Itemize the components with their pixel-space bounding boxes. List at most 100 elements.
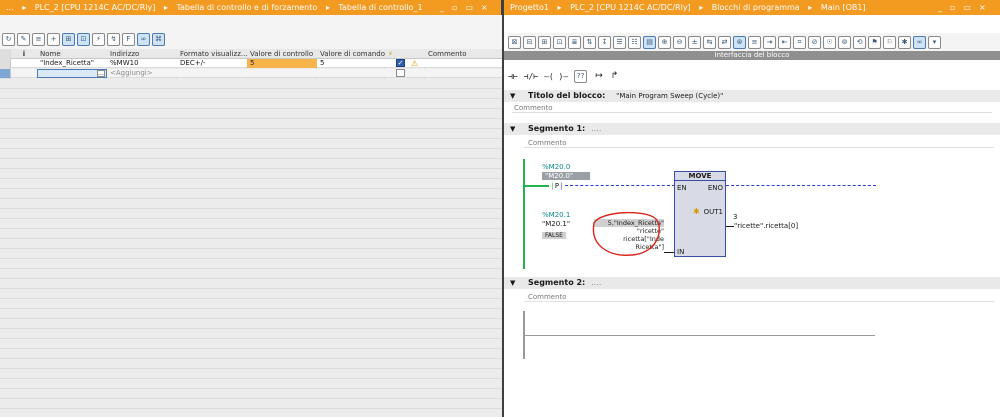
breadcrumb-item[interactable]: Blocchi di programma [712,3,800,12]
segment-2-comment-field[interactable] [524,290,994,302]
toolbar-icon[interactable]: ⚐ [883,35,896,49]
coil-icon[interactable]: –( )– [544,72,568,81]
toolbar-icon[interactable]: ⟲ [853,35,866,49]
segment-1-title[interactable]: .... [591,124,601,133]
block-interface-bar[interactable]: Interfaccia del blocco [504,51,1000,60]
monitor-all-icon[interactable]: ⊡ [77,32,90,46]
minimize-button[interactable]: _ [440,3,444,12]
breadcrumb-item[interactable]: PLC_2 [CPU 1214C AC/DC/Rly] [570,3,691,12]
contact1-operand[interactable]: "M20.0" [542,172,590,180]
open-branch-icon[interactable]: ↦ [595,71,603,81]
column-header-nome[interactable]: Nome [37,49,107,59]
browse-icon[interactable]: … [97,70,105,77]
cell-formato[interactable]: DEC+/- [177,59,247,68]
close-button[interactable]: × [979,3,986,12]
table-row[interactable]: … <Aggiungi> [0,69,502,78]
segment-1-header[interactable]: ▼ Segmento 1:.... [504,123,1000,135]
toolbar-icon[interactable]: ▤ [643,35,656,49]
toolbar-icon[interactable]: ↧ [598,35,611,49]
column-header-force-icon[interactable]: ⚡ [385,49,425,59]
toolbar-icon[interactable]: ☰ [613,35,626,49]
modify-now-icon[interactable]: ↯ [107,32,120,46]
close-branch-icon[interactable]: ↱ [611,71,619,81]
contact2-operand[interactable]: "M20.1" [542,220,570,228]
contact2-address[interactable]: %M20.1 [542,211,570,219]
toolbar-icon[interactable]: ⊛ [733,35,746,49]
contact1-address[interactable]: %M20.0 [542,163,570,171]
column-header-indirizzo[interactable]: Indirizzo [107,49,177,59]
table-row[interactable]: "Index_Ricetta" %MW10 DEC+/- 5 5 ✓ ⚠ [0,59,502,68]
minimize-button[interactable]: _ [938,3,942,12]
toolbar-icon[interactable]: ⇆ [703,35,716,49]
out-operand[interactable]: "ricette".ricetta[0] [734,222,798,230]
row-header-selected[interactable] [0,69,11,78]
toolbar-icon[interactable]: ☉ [823,35,836,49]
column-header-info[interactable]: i [11,49,37,59]
toolbar-icon[interactable]: ⊖ [673,35,686,49]
close-button[interactable]: × [481,3,488,12]
breadcrumb-item[interactable]: ... [6,3,14,12]
restore-button[interactable]: ▫ [452,3,457,12]
monitor-once-icon[interactable]: ⊞ [62,32,75,46]
monitor-glasses-icon[interactable]: ∞ [137,32,150,46]
cell-valore-controllo[interactable]: 5 [247,59,317,68]
toolbar-icon[interactable]: ⊞ [538,35,551,49]
cell-indirizzo[interactable]: %MW10 [107,59,177,68]
block-comment-field[interactable] [512,101,992,113]
maximize-button[interactable]: ▭ [963,3,971,12]
toolbar-icon[interactable]: ▾ [928,35,941,49]
toolbar-icon[interactable]: ⇅ [583,35,596,49]
toolbar-icon[interactable]: ∞ [913,35,926,49]
toolbar-icon[interactable]: ≡ [748,35,761,49]
toolbar-icon[interactable]: ≣ [568,35,581,49]
toolbar-icon[interactable]: ⊕ [658,35,671,49]
toolbar-icon[interactable]: ✱ [898,35,911,49]
collapse-triangle-icon[interactable]: ▼ [510,277,515,289]
force-icon[interactable]: F [122,32,135,46]
maximize-button[interactable]: ▭ [465,3,473,12]
modify-checkbox[interactable]: ✓ [396,59,405,67]
column-header-comando[interactable]: Valore di comando [317,49,385,59]
breadcrumb-item[interactable]: Tabella di controllo e di forzamento [176,3,317,12]
cell-nome[interactable]: "Index_Ricetta" [37,59,107,68]
empty-box-icon[interactable]: ?? [574,69,588,83]
no-contact-icon[interactable]: ⊣⊢ [508,72,518,81]
breadcrumb-item[interactable]: Progetto1 [510,3,549,12]
segment-2-title[interactable]: .... [591,278,601,287]
segment-1-comment-field[interactable] [524,136,994,148]
block-title-value[interactable]: "Main Program Sweep (Cycle)" [616,92,723,100]
toolbar-icon[interactable]: ⊡ [553,35,566,49]
row-header[interactable] [0,59,11,68]
breadcrumb-item[interactable]: Main [OB1] [821,3,866,12]
collapse-triangle-icon[interactable]: ▼ [510,123,515,135]
insert-row-icon[interactable]: ≡ [32,32,45,46]
toolbar-icon[interactable]: ⌗ [793,35,806,49]
add-pin-icon[interactable]: ✱ [693,207,700,216]
move-box[interactable]: MOVE EN ENO OUT1 ✱ IN [674,171,726,257]
nc-contact-icon[interactable]: ⊣/⊢ [524,72,538,81]
segment-2-header[interactable]: ▼ Segmento 2:.... [504,277,1000,289]
modify-icon[interactable]: ⚡ [92,32,105,46]
toolbar-icon[interactable]: ⇥ [763,35,776,49]
column-header-commento[interactable]: Commento [425,49,502,59]
toolbar-icon[interactable]: ⊚ [838,35,851,49]
refresh-icon[interactable]: ↻ [2,32,15,46]
modify-checkbox[interactable] [396,69,405,77]
toolbar-icon[interactable]: ⊘ [808,35,821,49]
trigger-monitor-icon[interactable]: ⌘ [152,32,165,46]
restore-button[interactable]: ▫ [950,3,955,12]
toolbar-icon[interactable]: ⇄ [718,35,731,49]
toolbar-icon[interactable]: ☷ [628,35,641,49]
toolbar-icon[interactable]: ⊟ [523,35,536,49]
p-contact-icon[interactable]: |P| [549,181,565,191]
toolbar-icon[interactable]: ⚑ [868,35,881,49]
toolbar-icon[interactable]: ⊠ [508,35,521,49]
cell-indirizzo-add[interactable]: <Aggiungi> [107,69,177,78]
rename-icon[interactable]: ✎ [17,32,30,46]
toolbar-icon[interactable]: ⇤ [778,35,791,49]
add-row-icon[interactable]: + [47,32,60,46]
toolbar-icon[interactable]: ± [688,35,701,49]
column-header-controllo[interactable]: Valore di controllo [247,49,317,59]
breadcrumb-item[interactable]: Tabella di controllo_1 [338,3,422,12]
cell-valore-comando[interactable]: 5 [317,59,385,68]
